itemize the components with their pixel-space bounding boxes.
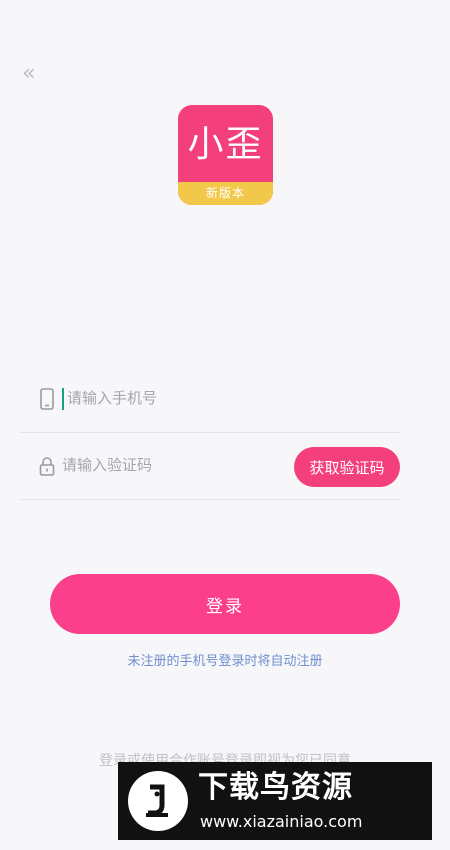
code-row: 获取验证码	[20, 433, 400, 500]
code-input[interactable]	[62, 451, 272, 479]
watermark-banner: 下载鸟资源 www.xiazainiao.com	[118, 762, 432, 840]
logo-title: 小歪	[187, 124, 264, 165]
watermark-url: www.xiazainiao.com	[200, 812, 363, 831]
bird-logo-icon	[128, 771, 188, 831]
auto-register-hint: 未注册的手机号登录时将自动注册	[127, 654, 323, 669]
bird-icon	[132, 775, 184, 827]
get-code-button[interactable]: 获取验证码	[294, 447, 400, 487]
phone-row	[20, 366, 400, 433]
app-logo: 小歪 新版本	[178, 105, 273, 205]
back-icon[interactable]: «	[22, 62, 42, 86]
lock-icon	[39, 457, 55, 476]
login-button[interactable]: 登录	[50, 574, 400, 634]
logo-badge: 新版本	[178, 182, 273, 205]
phone-input[interactable]	[67, 384, 277, 412]
phone-icon	[40, 388, 54, 410]
watermark-title: 下载鸟资源	[198, 770, 353, 805]
text-cursor	[62, 388, 64, 410]
